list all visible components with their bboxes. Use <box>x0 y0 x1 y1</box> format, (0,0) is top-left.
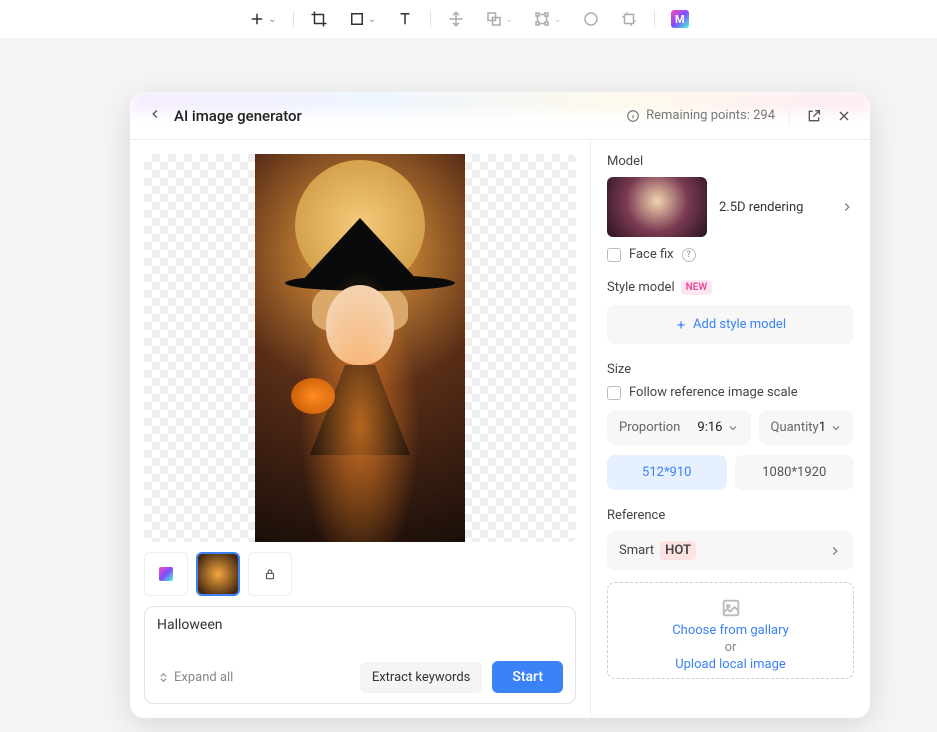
smart-label: Smart <box>619 543 654 558</box>
or-text: or <box>618 640 843 655</box>
generated-image <box>255 154 465 542</box>
prompt-input[interactable]: Halloween <box>157 617 563 633</box>
chevron-down-icon: ⌄ <box>553 14 561 25</box>
chevron-right-icon <box>840 200 854 214</box>
reference-section-label: Reference <box>607 508 854 523</box>
model-selector[interactable]: 2.5D rendering <box>607 177 854 237</box>
right-column: Model 2.5D rendering Face fix ? Style mo… <box>590 140 870 718</box>
model-thumbnail <box>607 177 707 237</box>
chevron-down-icon: ⌄ <box>268 14 276 25</box>
facefix-checkbox[interactable] <box>607 248 621 262</box>
quantity-label: Quantity <box>771 420 819 435</box>
circle-tool[interactable] <box>578 6 604 32</box>
separator <box>789 107 790 125</box>
model-name: 2.5D rendering <box>719 200 828 215</box>
quantity-select[interactable]: Quantity 1 <box>759 410 855 445</box>
nodes-tool[interactable]: ⌄ <box>529 6 565 32</box>
main-toolbar: ⌄ ⌄ ⌄ ⌄ M <box>0 0 937 38</box>
chevron-down-icon: ⌄ <box>368 14 376 25</box>
new-badge: NEW <box>681 280 713 295</box>
remaining-text: Remaining points: 294 <box>646 108 775 123</box>
start-button[interactable]: Start <box>492 661 563 693</box>
extract-keywords-button[interactable]: Extract keywords <box>360 662 483 693</box>
combine-tool[interactable]: ⌄ <box>481 6 517 32</box>
size-section-label: Size <box>607 362 854 377</box>
remaining-points: Remaining points: 294 <box>626 108 775 123</box>
shape-tool[interactable]: ⌄ <box>344 6 380 32</box>
hot-badge: HOT <box>660 541 696 560</box>
quantity-value: 1 <box>819 420 826 435</box>
chevron-down-icon <box>727 422 739 434</box>
plus-icon <box>675 319 687 331</box>
left-column: Halloween Expand all Extract keywords St… <box>130 140 590 718</box>
crop-tool[interactable] <box>306 6 332 32</box>
thumb-image <box>198 554 238 594</box>
panel-title: AI image generator <box>174 107 302 125</box>
ai-generator-panel: AI image generator Remaining points: 294 <box>130 92 870 718</box>
proportion-label: Proportion <box>619 420 680 435</box>
size-option-1[interactable]: 512*910 <box>607 455 727 490</box>
image-icon <box>720 597 742 619</box>
expand-all-button[interactable]: Expand all <box>157 670 233 685</box>
facefix-row: Face fix ? <box>607 247 854 262</box>
chevron-down-icon <box>830 422 842 434</box>
chevron-right-icon <box>828 544 842 558</box>
lock-icon <box>263 567 277 581</box>
follow-scale-checkbox[interactable] <box>607 386 621 400</box>
back-button[interactable] <box>148 106 162 125</box>
info-icon <box>626 109 640 123</box>
follow-scale-label: Follow reference image scale <box>629 385 798 400</box>
thumb-selected[interactable] <box>196 552 240 596</box>
add-style-button[interactable]: Add style model <box>607 305 854 344</box>
popout-icon[interactable] <box>806 108 822 124</box>
separator <box>293 11 294 27</box>
panel-header: AI image generator Remaining points: 294 <box>130 92 870 140</box>
thumb-lock[interactable] <box>248 552 292 596</box>
crop2-tool[interactable] <box>616 6 642 32</box>
reference-smart-row[interactable]: Smart HOT <box>607 531 854 570</box>
upload-area[interactable]: Choose from gallary or Upload local imag… <box>607 582 854 679</box>
text-tool[interactable] <box>392 6 418 32</box>
ai-icon <box>159 567 173 581</box>
proportion-select[interactable]: Proportion 9:16 <box>607 410 751 445</box>
thumbnail-row <box>144 552 576 596</box>
choose-gallery-link[interactable]: Choose from gallary <box>618 623 843 638</box>
help-icon[interactable]: ? <box>682 248 696 262</box>
expand-icon <box>157 671 170 684</box>
follow-scale-row: Follow reference image scale <box>607 385 854 400</box>
chevron-down-icon: ⌄ <box>505 14 513 25</box>
move-tool[interactable] <box>443 6 469 32</box>
add-style-label: Add style model <box>693 317 786 332</box>
panel-body: Halloween Expand all Extract keywords St… <box>130 140 870 718</box>
add-tool[interactable]: ⌄ <box>244 6 280 32</box>
size-option-2[interactable]: 1080*1920 <box>735 455 855 490</box>
prompt-box: Halloween Expand all Extract keywords St… <box>144 606 576 704</box>
ai-logo[interactable]: M <box>667 6 693 32</box>
proportion-value: 9:16 <box>697 420 722 435</box>
separator <box>654 11 655 27</box>
upload-local-link[interactable]: Upload local image <box>618 657 843 672</box>
thumb-new[interactable] <box>144 552 188 596</box>
close-icon[interactable] <box>836 108 852 124</box>
facefix-label: Face fix <box>629 247 674 262</box>
image-preview[interactable] <box>144 154 576 542</box>
separator <box>430 11 431 27</box>
style-section-label: Style model <box>607 280 675 295</box>
model-section-label: Model <box>607 154 854 169</box>
expand-label: Expand all <box>174 670 233 685</box>
